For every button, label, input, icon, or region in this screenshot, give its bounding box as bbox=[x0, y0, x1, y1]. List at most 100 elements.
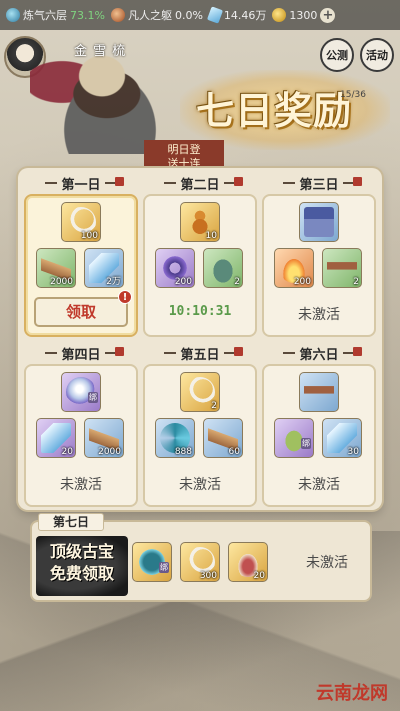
table-glyph bbox=[304, 377, 334, 407]
item-qty: 200 bbox=[293, 277, 311, 287]
chest-glyph bbox=[304, 207, 334, 237]
hook-treasure-icon[interactable]: 100 bbox=[61, 202, 101, 242]
resource-bar: 炼气六层 73.1% 凡人之躯 0.0% 14.46万 1300 + bbox=[0, 0, 400, 30]
seal-icon bbox=[353, 177, 362, 186]
sword-icon[interactable]: 30 bbox=[322, 418, 362, 458]
page-title: 七日奖励 bbox=[196, 88, 353, 133]
day-2-label: 第二日 bbox=[180, 177, 220, 193]
day-3: 第三日 200 2 未激活 bbox=[262, 172, 376, 337]
cloth-icon[interactable]: 2000 bbox=[84, 418, 124, 458]
day-2-card[interactable]: 10 200 2 10:10:31 bbox=[143, 194, 257, 337]
status-inactive: 未激活 bbox=[298, 477, 340, 493]
item-qty: 30 bbox=[347, 447, 359, 457]
day-6-label: 第六日 bbox=[299, 347, 339, 363]
item-qty: 888 bbox=[174, 447, 192, 457]
hero-name: 金 雪 梳 bbox=[74, 44, 127, 59]
chest-icon[interactable] bbox=[299, 372, 339, 412]
scroll-icon[interactable]: 2000 bbox=[36, 248, 76, 288]
spirit-stone-count: 14.46万 bbox=[223, 9, 267, 22]
alert-icon: ! bbox=[118, 290, 132, 304]
seal-icon bbox=[115, 177, 124, 186]
day-5: 第五日 2 888 60 未激活 bbox=[143, 342, 257, 507]
hook-treasure-icon[interactable]: 300 bbox=[180, 542, 220, 582]
item-qty: 20 bbox=[253, 571, 265, 581]
day-1-header: 第一日 bbox=[24, 172, 138, 194]
realm-percent: 73.1% bbox=[70, 8, 105, 22]
day-2-header: 第二日 bbox=[143, 172, 257, 194]
status-inactive: 未激活 bbox=[306, 555, 348, 571]
day-5-header: 第五日 bbox=[143, 342, 257, 364]
spirit-orb-icon[interactable]: 绑 bbox=[61, 372, 101, 412]
item-qty: 100 bbox=[80, 231, 98, 241]
day-7-card[interactable]: 第七日 顶级古宝 免费领取 绑 300 20 未激活 bbox=[30, 513, 372, 602]
body-status[interactable]: 凡人之躯 0.0% bbox=[110, 7, 203, 23]
bound-badge: 绑 bbox=[88, 392, 98, 403]
scroll-icon[interactable]: 60 bbox=[203, 418, 243, 458]
crystal-icon[interactable]: 2万 bbox=[84, 248, 124, 288]
chest-icon[interactable] bbox=[299, 202, 339, 242]
body-percent: 0.0% bbox=[174, 8, 203, 22]
day-4-label: 第四日 bbox=[61, 347, 101, 363]
coin-status[interactable]: 1300 + bbox=[272, 7, 336, 23]
status-inactive: 未激活 bbox=[179, 477, 221, 493]
day-5-card[interactable]: 2 888 60 未激活 bbox=[143, 364, 257, 507]
gourd-icon[interactable]: 10 bbox=[180, 202, 220, 242]
status-inactive: 未激活 bbox=[298, 307, 340, 323]
seal-icon bbox=[234, 347, 243, 356]
day-3-header: 第三日 bbox=[262, 172, 376, 194]
event-button[interactable]: 活动 bbox=[360, 38, 394, 72]
bell-icon[interactable]: 绑 bbox=[274, 418, 314, 458]
day-1-card[interactable]: 100 2000 2万 领取 ! bbox=[24, 194, 138, 337]
cauldron-icon[interactable]: 2 bbox=[203, 248, 243, 288]
day-4-card[interactable]: 绑 20 2000 未激活 bbox=[24, 364, 138, 507]
public-test-button[interactable]: 公测 bbox=[320, 38, 354, 72]
day-7-label: 第七日 bbox=[38, 513, 104, 531]
day-4-header: 第四日 bbox=[24, 342, 138, 364]
item-qty: 10 bbox=[205, 231, 217, 241]
banner-line-2: 免费领取 bbox=[49, 564, 114, 583]
reward-panel: 第一日 100 2000 2万 领取 ! 第二日 10 200 2 10:10:… bbox=[18, 168, 382, 510]
table-icon[interactable]: 2 bbox=[322, 248, 362, 288]
realm-status[interactable]: 炼气六层 73.1% bbox=[6, 7, 105, 23]
crystal-icon[interactable]: 20 bbox=[36, 418, 76, 458]
day-3-label: 第三日 bbox=[299, 177, 339, 193]
watermark: 云南龙网 bbox=[316, 683, 388, 704]
day-5-label: 第五日 bbox=[180, 347, 220, 363]
swirl-icon[interactable]: 888 bbox=[155, 418, 195, 458]
seal-icon bbox=[234, 177, 243, 186]
item-qty: 2 bbox=[234, 277, 240, 287]
spirit-stone-status[interactable]: 14.46万 bbox=[206, 6, 267, 24]
body-icon bbox=[110, 8, 125, 22]
item-qty: 2万 bbox=[106, 277, 121, 287]
countdown-timer: 10:10:31 bbox=[168, 304, 232, 319]
item-qty: 2 bbox=[353, 277, 359, 287]
flame-icon[interactable]: 200 bbox=[274, 248, 314, 288]
seal-icon bbox=[353, 347, 362, 356]
day-6-card[interactable]: 绑 30 未激活 bbox=[262, 364, 376, 507]
seal-icon bbox=[115, 347, 124, 356]
jade-icon[interactable]: 绑 bbox=[132, 542, 172, 582]
bottle-icon[interactable]: 20 bbox=[228, 542, 268, 582]
realm-icon bbox=[6, 8, 20, 22]
body-label: 凡人之躯 bbox=[127, 9, 172, 22]
item-qty: 200 bbox=[174, 277, 192, 287]
hook-treasure-icon[interactable]: 2 bbox=[180, 372, 220, 412]
item-qty: 2000 bbox=[50, 277, 73, 287]
item-qty: 20 bbox=[61, 447, 73, 457]
coin-count: 1300 bbox=[289, 8, 318, 22]
day-6-header: 第六日 bbox=[262, 342, 376, 364]
add-coin-button[interactable]: + bbox=[320, 7, 336, 23]
item-qty: 300 bbox=[199, 571, 217, 581]
coin-icon bbox=[272, 8, 287, 22]
day-4: 第四日 绑 20 2000 未激活 bbox=[24, 342, 138, 507]
day-1: 第一日 100 2000 2万 领取 ! bbox=[24, 172, 138, 337]
promo-line-1: 明日登 bbox=[167, 143, 201, 156]
banner-line-1: 顶级古宝 bbox=[49, 542, 114, 561]
day-1-label: 第一日 bbox=[61, 177, 101, 193]
progress-label: 15/36 bbox=[340, 90, 366, 100]
claim-button[interactable]: 领取 bbox=[34, 297, 128, 327]
day-3-card[interactable]: 200 2 未激活 bbox=[262, 194, 376, 337]
ring-icon[interactable]: 200 bbox=[155, 248, 195, 288]
day-7-banner: 顶级古宝 免费领取 bbox=[36, 536, 128, 596]
bound-badge: 绑 bbox=[301, 438, 311, 449]
